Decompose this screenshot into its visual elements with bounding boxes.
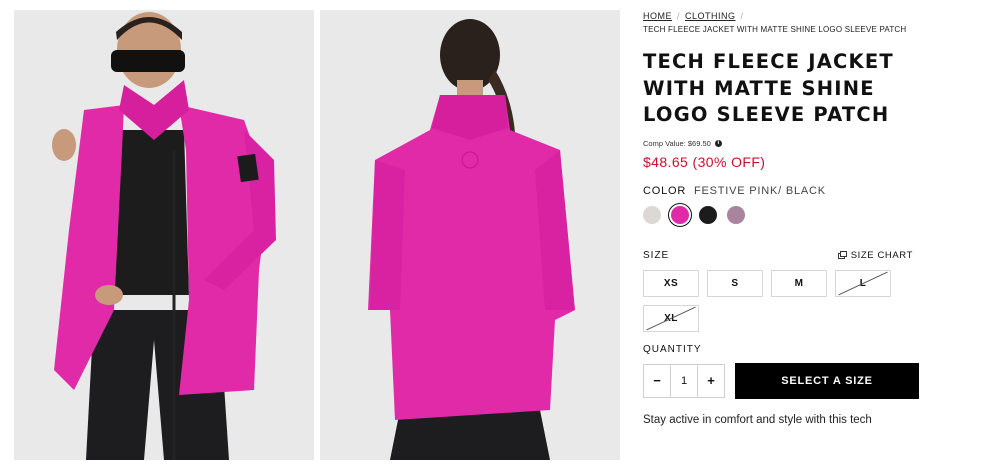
swatch-festive-pink[interactable] bbox=[668, 202, 692, 227]
comp-value: Comp Value: $69.50 i bbox=[643, 139, 943, 148]
quantity-input[interactable]: 1 bbox=[670, 364, 698, 397]
size-header: SIZE SIZE CHART bbox=[643, 250, 913, 261]
front-view-photo bbox=[14, 10, 314, 460]
quantity-row: − 1 + SELECT A SIZE bbox=[643, 362, 943, 399]
back-view-photo bbox=[320, 10, 620, 460]
color-label: COLOR bbox=[643, 184, 687, 197]
quantity-decrease-button[interactable]: − bbox=[644, 365, 670, 397]
breadcrumb-separator: / bbox=[677, 11, 681, 21]
size-option-l-unavailable[interactable]: L bbox=[835, 269, 891, 297]
quantity-increase-button[interactable]: + bbox=[698, 365, 724, 397]
size-option-s[interactable]: S bbox=[707, 269, 763, 297]
product-description: Stay active in comfort and style with th… bbox=[643, 413, 872, 426]
product-image-front[interactable] bbox=[14, 10, 314, 460]
size-label: SIZE bbox=[643, 249, 670, 261]
size-chart-label: SIZE CHART bbox=[850, 249, 913, 261]
product-info-panel: HOME / CLOTHING / TECH FLEECE JACKET WIT… bbox=[643, 9, 943, 426]
quantity-stepper: − 1 + bbox=[643, 363, 725, 398]
size-option-xl-unavailable[interactable]: XL bbox=[643, 304, 699, 332]
swatch-black[interactable] bbox=[699, 205, 717, 224]
breadcrumb-home-link[interactable]: HOME bbox=[643, 11, 672, 21]
product-title: TECH FLEECE JACKET WITH MATTE SHINE LOGO… bbox=[643, 50, 894, 126]
color-selector-label: COLOR FESTIVE PINK/ BLACK bbox=[643, 185, 943, 197]
size-options: XS S M L XL bbox=[643, 269, 903, 332]
sale-price: $48.65 (30% OFF) bbox=[643, 153, 766, 170]
swatch-light-gray[interactable] bbox=[643, 205, 661, 224]
breadcrumb-current: TECH FLEECE JACKET WITH MATTE SHINE LOGO… bbox=[643, 25, 907, 34]
size-chart-icon bbox=[837, 251, 847, 259]
size-option-xs[interactable]: XS bbox=[643, 269, 699, 297]
comp-value-text: Comp Value: $69.50 bbox=[643, 138, 711, 148]
select-size-button[interactable]: SELECT A SIZE bbox=[735, 362, 919, 399]
breadcrumb-clothing-link[interactable]: CLOTHING bbox=[685, 11, 736, 21]
breadcrumb-separator: / bbox=[740, 11, 744, 21]
size-option-m[interactable]: M bbox=[771, 269, 827, 297]
swatch-mauve[interactable] bbox=[727, 205, 745, 224]
product-image-back[interactable] bbox=[320, 10, 620, 460]
info-icon[interactable]: i bbox=[714, 139, 722, 147]
color-swatches bbox=[643, 202, 943, 227]
selected-color-name: FESTIVE PINK/ BLACK bbox=[693, 184, 826, 197]
size-chart-link[interactable]: SIZE CHART bbox=[837, 249, 913, 261]
quantity-label: QUANTITY bbox=[643, 343, 702, 355]
breadcrumb: HOME / CLOTHING / bbox=[643, 9, 943, 23]
